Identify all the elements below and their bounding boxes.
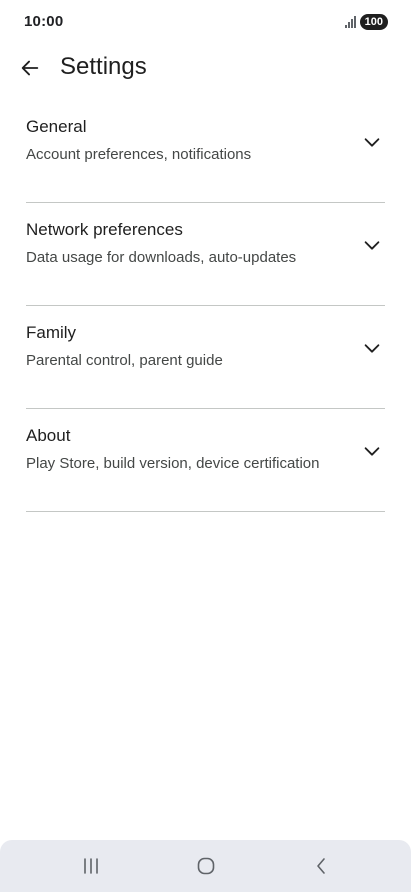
system-navigation-bar <box>0 840 411 892</box>
status-bar: 10:00 100 <box>0 0 411 46</box>
setting-title: Network preferences <box>26 220 183 239</box>
arrow-back-icon <box>21 60 39 76</box>
home-button[interactable] <box>192 854 220 878</box>
divider <box>26 511 385 512</box>
chevron-down-icon[interactable] <box>361 131 383 153</box>
page-title: Settings <box>60 53 147 80</box>
setting-title: About <box>26 426 71 445</box>
back-nav-button[interactable] <box>307 854 335 878</box>
setting-item-network-preferences[interactable]: Network preferences Data usage for downl… <box>0 203 411 306</box>
setting-subtitle: Parental control, parent guide <box>26 352 223 369</box>
setting-subtitle: Play Store, build version, device certif… <box>26 455 320 472</box>
setting-title: General <box>26 117 87 136</box>
chevron-down-icon[interactable] <box>361 234 383 256</box>
setting-item-general[interactable]: General Account preferences, notificatio… <box>0 100 411 203</box>
settings-list: General Account preferences, notificatio… <box>0 100 411 512</box>
setting-subtitle: Data usage for downloads, auto-updates <box>26 249 297 266</box>
recent-apps-button[interactable] <box>77 854 105 878</box>
setting-title: Family <box>26 323 77 342</box>
app-bar: Settings <box>0 46 411 90</box>
back-nav-icon <box>317 858 325 874</box>
chevron-down-icon[interactable] <box>361 337 383 359</box>
back-button[interactable] <box>14 52 46 84</box>
signal-icon <box>344 16 356 28</box>
chevron-down-icon[interactable] <box>361 440 383 462</box>
setting-subtitle: Account preferences, notifications <box>26 146 252 163</box>
status-icons: 100 <box>344 13 388 31</box>
status-time: 10:00 <box>24 13 64 30</box>
recent-apps-icon <box>84 858 98 874</box>
home-icon <box>197 857 215 875</box>
battery-badge: 100 <box>359 14 388 30</box>
setting-item-family[interactable]: Family Parental control, parent guide <box>0 306 411 409</box>
setting-item-about[interactable]: About Play Store, build version, device … <box>0 409 411 512</box>
